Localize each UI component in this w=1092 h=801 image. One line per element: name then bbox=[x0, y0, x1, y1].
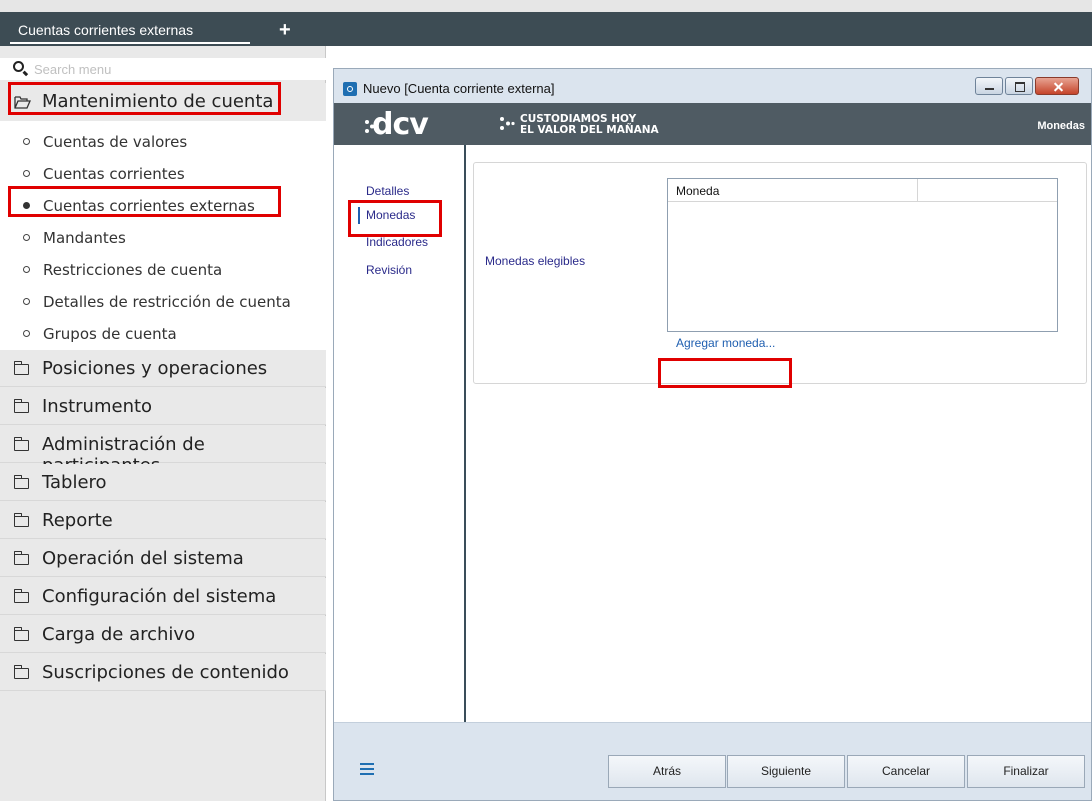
bullet-icon bbox=[23, 170, 30, 177]
close-button[interactable] bbox=[1035, 77, 1079, 95]
sidebar-section-label: Instrumento bbox=[42, 396, 153, 417]
sidebar-section-mantenimiento-de-cuenta[interactable]: Mantenimiento de cuenta bbox=[0, 83, 326, 121]
banner-tagline: CUSTODIAMOS HOY EL VALOR DEL MAÑANA bbox=[520, 114, 659, 136]
search-bar bbox=[0, 58, 326, 80]
minimize-button[interactable] bbox=[975, 77, 1003, 95]
sidebar-section-instrumento[interactable]: Instrumento bbox=[0, 388, 326, 425]
sidebar-section-label: Configuración del sistema bbox=[42, 586, 277, 607]
maximize-button[interactable] bbox=[1005, 77, 1033, 95]
sidebar-item-cuentas-corrientes-externas[interactable]: Cuentas corrientes externas bbox=[0, 189, 326, 221]
cancel-button[interactable]: Cancelar bbox=[847, 755, 965, 788]
folder-icon bbox=[13, 513, 29, 527]
folder-icon bbox=[13, 361, 29, 375]
sidebar-section-suscripciones[interactable]: Suscripciones de contenido bbox=[0, 654, 326, 691]
sidebar-section-tablero[interactable]: Tablero bbox=[0, 464, 326, 501]
search-icon bbox=[13, 61, 24, 72]
nav-item-revision[interactable]: Revisión bbox=[366, 263, 412, 277]
sidebar-item-label: Detalles de restricción de cuenta bbox=[43, 293, 291, 311]
sidebar-submenu: Cuentas de valores Cuentas corrientes Cu… bbox=[0, 121, 326, 350]
bullet-icon bbox=[23, 266, 30, 273]
step-title: Monedas bbox=[1037, 120, 1085, 132]
sidebar-item-label: Cuentas de valores bbox=[43, 133, 188, 151]
sidebar-section-label: Operación del sistema bbox=[42, 548, 244, 569]
dialog-footer: Atrás Siguiente Cancelar Finalizar bbox=[334, 722, 1091, 800]
folder-open-icon bbox=[14, 96, 31, 109]
sidebar-section-operacion[interactable]: Operación del sistema bbox=[0, 540, 326, 577]
currencies-panel: Monedas elegibles Moneda Agregar moneda.… bbox=[473, 162, 1087, 384]
tagline-line-2: EL VALOR DEL MAÑANA bbox=[520, 124, 659, 136]
folder-icon bbox=[13, 627, 29, 641]
sidebar-item-label: Cuentas corrientes externas bbox=[43, 197, 255, 215]
folder-icon bbox=[13, 589, 29, 603]
logo-dots-icon bbox=[500, 117, 515, 130]
sidebar-section-label: Mantenimiento de cuenta bbox=[42, 91, 274, 112]
sidebar-item-mandantes[interactable]: Mandantes bbox=[0, 221, 326, 253]
sidebar-section-label: Suscripciones de contenido bbox=[42, 662, 289, 683]
sidebar-item-label: Mandantes bbox=[43, 229, 126, 247]
sidebar-section-administracion[interactable]: Administración de participantes bbox=[0, 426, 326, 476]
bullet-icon bbox=[23, 330, 30, 337]
dialog-title: Nuevo [Cuenta corriente externa] bbox=[363, 81, 555, 96]
menu-icon[interactable] bbox=[360, 763, 374, 775]
grid-header: Moneda bbox=[668, 179, 1057, 202]
sidebar-item-restricciones-de-cuenta[interactable]: Restricciones de cuenta bbox=[0, 253, 326, 285]
app-icon bbox=[343, 82, 357, 96]
folder-icon bbox=[13, 551, 29, 565]
sidebar-item-label: Grupos de cuenta bbox=[43, 325, 177, 343]
folder-icon bbox=[13, 475, 29, 489]
sidebar-item-label: Cuentas corrientes bbox=[43, 165, 185, 183]
new-account-dialog: Nuevo [Cuenta corriente externa] dcv CUS… bbox=[333, 68, 1092, 801]
dcv-logo: dcv bbox=[372, 107, 429, 142]
folder-icon bbox=[13, 437, 29, 451]
nav-item-detalles[interactable]: Detalles bbox=[366, 184, 409, 198]
finish-button[interactable]: Finalizar bbox=[967, 755, 1085, 788]
bullet-icon bbox=[23, 298, 30, 305]
bullet-filled-icon bbox=[23, 202, 30, 209]
bullet-icon bbox=[23, 234, 30, 241]
nav-item-monedas[interactable]: Monedas bbox=[366, 208, 415, 222]
sidebar-item-cuentas-corrientes[interactable]: Cuentas corrientes bbox=[0, 157, 326, 189]
sidebar-section-configuracion[interactable]: Configuración del sistema bbox=[0, 578, 326, 615]
back-button[interactable]: Atrás bbox=[608, 755, 726, 788]
sidebar-section-label: Posiciones y operaciones bbox=[42, 358, 268, 379]
dialog-content: Detalles Monedas Indicadores Revisión Mo… bbox=[334, 145, 1091, 722]
bullet-icon bbox=[23, 138, 30, 145]
add-currency-link[interactable]: Agregar moneda... bbox=[676, 336, 775, 350]
next-button[interactable]: Siguiente bbox=[727, 755, 845, 788]
search-input[interactable] bbox=[34, 60, 314, 78]
sidebar-section-posiciones[interactable]: Posiciones y operaciones bbox=[0, 350, 326, 387]
plus-icon[interactable]: + bbox=[279, 20, 291, 40]
sidebar-item-grupos-de-cuenta[interactable]: Grupos de cuenta bbox=[0, 317, 326, 349]
tab-cuentas-corrientes-externas[interactable]: Cuentas corrientes externas bbox=[10, 16, 250, 44]
nav-item-indicadores[interactable]: Indicadores bbox=[366, 235, 428, 249]
currencies-grid[interactable]: Moneda bbox=[667, 178, 1058, 332]
column-separator bbox=[917, 179, 918, 202]
sidebar-item-detalles-de-restriccion[interactable]: Detalles de restricción de cuenta bbox=[0, 285, 326, 317]
sidebar-menu: Mantenimiento de cuenta Cuentas de valor… bbox=[0, 46, 326, 801]
dialog-titlebar: Nuevo [Cuenta corriente externa] bbox=[334, 69, 1091, 103]
active-step-marker bbox=[358, 207, 360, 224]
sidebar-section-carga[interactable]: Carga de archivo bbox=[0, 616, 326, 653]
sidebar-item-cuentas-de-valores[interactable]: Cuentas de valores bbox=[0, 125, 326, 157]
wizard-nav: Detalles Monedas Indicadores Revisión bbox=[334, 145, 466, 722]
column-header-moneda[interactable]: Moneda bbox=[676, 184, 719, 198]
sidebar-section-label: Carga de archivo bbox=[42, 624, 196, 645]
folder-icon bbox=[13, 399, 29, 413]
dcv-banner: dcv CUSTODIAMOS HOY EL VALOR DEL MAÑANA … bbox=[334, 103, 1091, 145]
top-tab-bar: Cuentas corrientes externas + bbox=[0, 0, 1092, 46]
sidebar-section-label: Tablero bbox=[42, 472, 107, 493]
sidebar-section-label: Reporte bbox=[42, 510, 113, 531]
folder-icon bbox=[13, 665, 29, 679]
sidebar-section-reporte[interactable]: Reporte bbox=[0, 502, 326, 539]
field-label: Monedas elegibles bbox=[485, 254, 586, 268]
sidebar-item-label: Restricciones de cuenta bbox=[43, 261, 223, 279]
